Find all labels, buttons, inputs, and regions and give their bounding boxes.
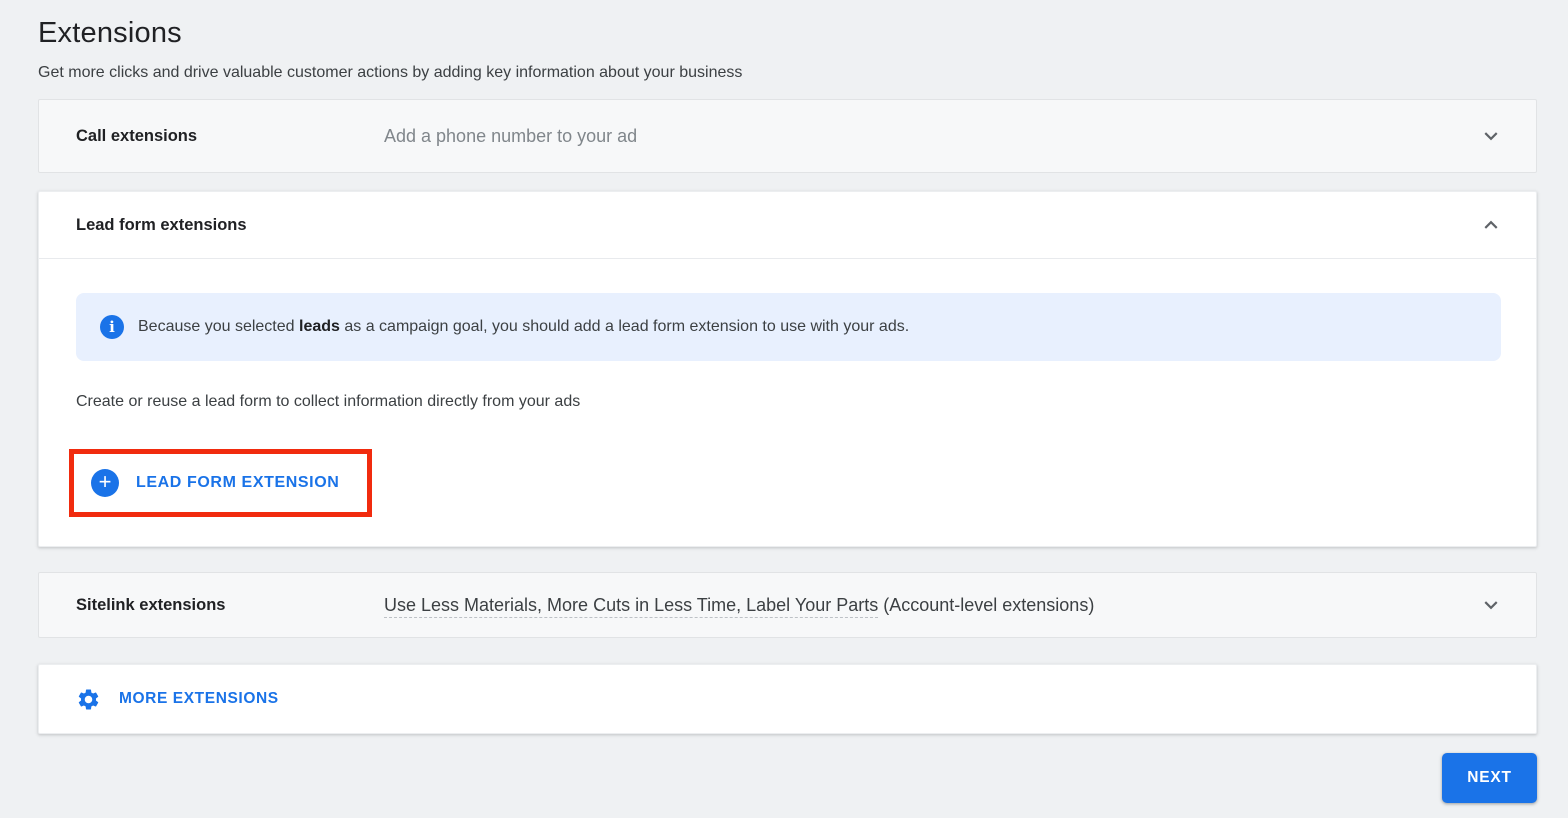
annotation-highlight-rectangle: + LEAD FORM EXTENSION: [69, 449, 373, 517]
lead-form-extension-button[interactable]: + LEAD FORM EXTENSION: [74, 454, 368, 512]
plus-circle-icon: +: [91, 469, 119, 497]
more-extensions-label: MORE EXTENSIONS: [119, 690, 279, 707]
lead-form-extensions-label: Lead form extensions: [76, 215, 247, 234]
call-extensions-panel[interactable]: Call extensions Add a phone number to yo…: [38, 99, 1537, 173]
more-extensions-button[interactable]: MORE EXTENSIONS: [38, 664, 1537, 734]
info-text-after: as a campaign goal, you should add a lea…: [339, 318, 910, 335]
info-text-bold: leads: [299, 318, 340, 335]
sitelink-extensions-value: Use Less Materials, More Cuts in Less Ti…: [384, 594, 1095, 618]
chevron-down-icon[interactable]: [1478, 592, 1504, 618]
chevron-down-icon[interactable]: [1478, 123, 1504, 149]
sitelink-extensions-label: Sitelink extensions: [76, 595, 226, 614]
info-icon: i: [100, 315, 124, 339]
extensions-step-page: Extensions Get more clicks and drive val…: [0, 0, 1568, 803]
page-subtitle: Get more clicks and drive valuable custo…: [38, 64, 743, 81]
page-title: Extensions: [38, 17, 182, 49]
info-banner-text: Because you selected leads as a campaign…: [138, 315, 909, 339]
lead-form-description: Create or reuse a lead form to collect i…: [76, 393, 581, 410]
info-text-before: Because you selected: [138, 318, 299, 335]
chevron-up-icon[interactable]: [1478, 212, 1504, 238]
footer: NEXT: [38, 753, 1537, 803]
call-extensions-label: Call extensions: [76, 126, 198, 145]
next-button[interactable]: NEXT: [1442, 753, 1537, 803]
lead-form-extension-button-label: LEAD FORM EXTENSION: [136, 474, 340, 491]
call-extensions-placeholder: Add a phone number to your ad: [384, 125, 638, 146]
lead-form-extensions-header[interactable]: Lead form extensions: [39, 192, 1536, 259]
gear-icon: [76, 687, 101, 712]
sitelink-extensions-panel[interactable]: Sitelink extensions Use Less Materials, …: [38, 572, 1537, 638]
info-banner: i Because you selected leads as a campai…: [76, 293, 1501, 361]
lead-form-extensions-body: i Because you selected leads as a campai…: [39, 259, 1536, 546]
sitelink-values-tooltip-text[interactable]: Use Less Materials, More Cuts in Less Ti…: [384, 594, 879, 618]
sitelink-account-level-note: (Account-level extensions): [878, 594, 1095, 615]
lead-form-extensions-panel: Lead form extensions i Because you selec…: [38, 191, 1537, 547]
